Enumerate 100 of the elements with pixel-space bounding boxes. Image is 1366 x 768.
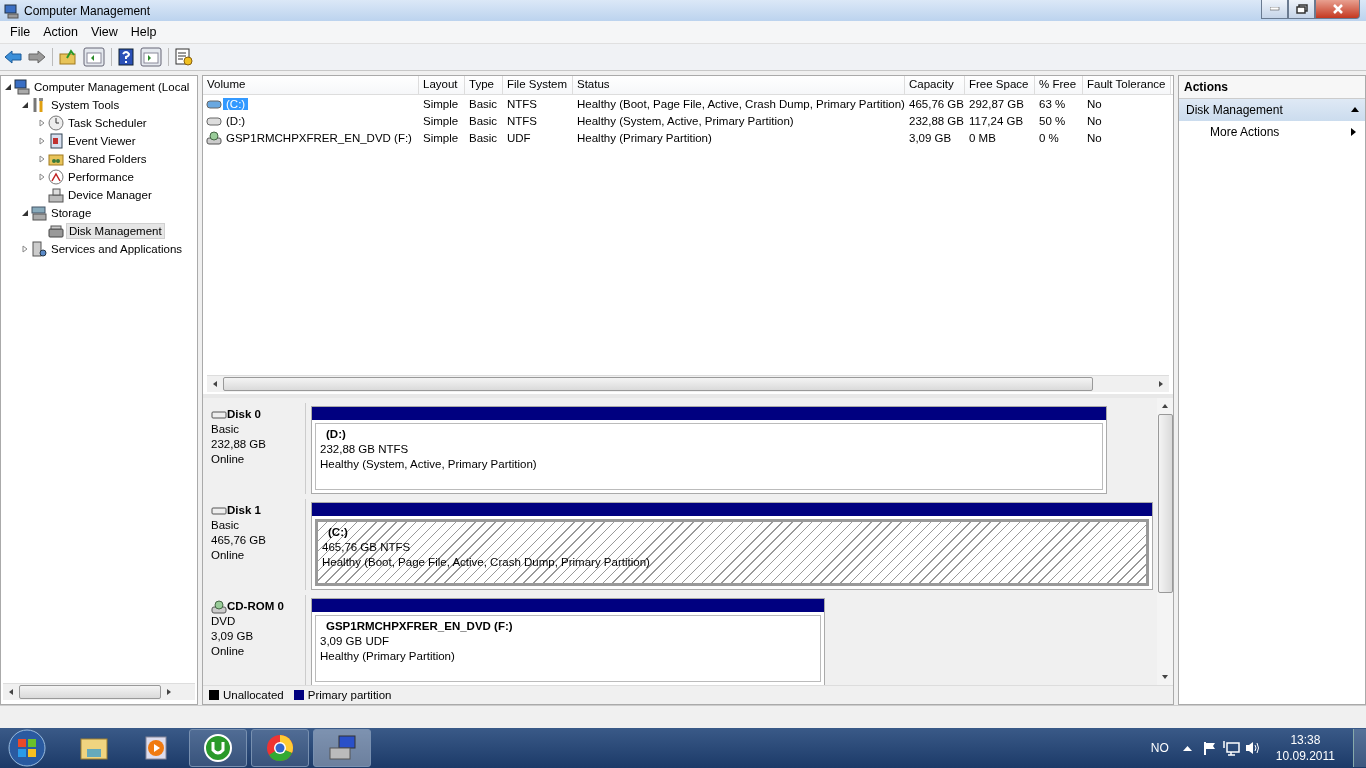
legend-label: Unallocated — [223, 689, 284, 701]
table-cell-text: 465,76 GB — [908, 97, 965, 110]
clock-time[interactable]: 13:38 — [1290, 732, 1321, 748]
disk-name: CD-ROM 0 — [227, 599, 284, 614]
scroll-left-icon[interactable] — [211, 380, 219, 388]
scroll-down-icon[interactable] — [1161, 673, 1169, 681]
network-icon[interactable] — [1221, 740, 1240, 756]
table-cell-text: UDF — [506, 131, 532, 144]
column-header[interactable]: Volume — [203, 76, 419, 94]
action-pane-icon[interactable] — [140, 47, 162, 67]
column-header[interactable]: Layout — [419, 76, 465, 94]
submenu-arrow-icon[interactable] — [1349, 128, 1357, 136]
expand-arrow-icon[interactable] — [38, 119, 46, 127]
collapse-arrow-icon[interactable] — [21, 101, 29, 109]
column-header[interactable]: Fault Tolerance — [1083, 76, 1171, 94]
collapse-arrow-icon[interactable] — [21, 209, 29, 217]
partition-block[interactable]: (D:) 232,88 GB NTFS Healthy (System, Active, Primary Partition) — [311, 406, 1107, 494]
taskbar-button[interactable] — [251, 729, 309, 767]
flag-icon[interactable] — [1201, 740, 1218, 756]
tree-item[interactable]: Disk Management — [66, 223, 165, 239]
horizontal-scrollbar[interactable] — [207, 375, 1169, 392]
column-header[interactable]: % Free — [1035, 76, 1083, 94]
column-header[interactable]: Free Space — [965, 76, 1035, 94]
taskbar-button[interactable] — [313, 729, 371, 767]
more-actions-item[interactable]: More Actions — [1210, 125, 1280, 139]
table-cell-text: 0 MB — [968, 131, 997, 144]
folder-up-icon[interactable] — [59, 49, 77, 65]
menu-item[interactable]: Action — [37, 25, 85, 39]
disk-status: Online — [211, 644, 246, 659]
drive-label[interactable]: (D:) — [223, 114, 249, 127]
menu-item[interactable]: View — [84, 25, 125, 39]
partition-block[interactable]: (C:) 465,76 GB NTFS Healthy (Boot, Page File, Active, Crash Dump, Primary Partition) — [311, 502, 1153, 590]
forward-arrow-icon[interactable] — [28, 50, 46, 64]
drive-label[interactable]: GSP1RMCHPXFRER_EN_DVD (F:) — [223, 131, 415, 144]
back-arrow-icon[interactable] — [4, 50, 22, 64]
table-cell-text: 232,88 GB — [908, 114, 965, 127]
expand-arrow-icon[interactable] — [21, 245, 29, 253]
collapse-caret-icon[interactable] — [1351, 106, 1359, 114]
disk-size: 232,88 GB — [211, 437, 267, 452]
table-cell-text: 63 % — [1038, 97, 1067, 110]
actions-section[interactable]: Disk Management — [1179, 99, 1365, 121]
scroll-left-icon[interactable] — [7, 688, 15, 696]
disk-status: Online — [211, 548, 246, 563]
minimize-button[interactable] — [1261, 0, 1288, 19]
partition-name: GSP1RMCHPXFRER_EN_DVD (F:) — [325, 619, 514, 634]
tree-item[interactable]: Shared Folders — [66, 152, 149, 166]
menu-item[interactable]: Help — [124, 25, 164, 39]
table-cell-text: No — [1086, 97, 1103, 110]
clock-date[interactable]: 10.09.2011 — [1275, 748, 1335, 764]
column-header[interactable]: Status — [573, 76, 905, 94]
language-indicator[interactable]: NO — [1150, 741, 1169, 755]
scroll-up-icon[interactable] — [1161, 402, 1169, 410]
show-hidden-icons-icon[interactable] — [1182, 744, 1192, 752]
tree-item[interactable]: Services and Applications — [49, 242, 185, 256]
disk-drive-icon — [48, 223, 64, 239]
table-cell-text: Healthy (System, Active, Primary Partition) — [576, 114, 795, 127]
menu-item[interactable]: File — [4, 25, 38, 39]
expand-arrow-icon[interactable] — [38, 173, 46, 181]
close-button[interactable] — [1315, 0, 1360, 19]
column-header[interactable]: Type — [465, 76, 503, 94]
scroll-right-icon[interactable] — [165, 688, 173, 696]
tree-item[interactable]: Performance — [66, 170, 136, 184]
taskbar-button[interactable] — [189, 729, 247, 767]
torrent-logo — [203, 733, 233, 763]
computer-icon — [4, 2, 20, 19]
table-cell-text: Healthy (Primary Partition) — [576, 131, 713, 144]
tree-item[interactable]: Device Manager — [66, 188, 154, 202]
expand-arrow-icon[interactable] — [38, 137, 46, 145]
collapse-arrow-icon[interactable] — [4, 83, 12, 91]
help-icon[interactable] — [118, 48, 134, 66]
tree-item[interactable]: Event Viewer — [66, 134, 138, 148]
restore-button[interactable] — [1288, 0, 1315, 19]
column-header[interactable]: Capacity — [905, 76, 965, 94]
table-cell-text: 0 % — [1038, 131, 1060, 144]
table-cell-text: Simple — [422, 97, 460, 110]
gauge-icon — [48, 169, 64, 185]
disk-type: Basic — [211, 422, 241, 437]
vertical-scrollbar[interactable] — [1157, 398, 1173, 685]
properties-icon[interactable] — [175, 48, 193, 66]
disk-status: Online — [211, 452, 246, 467]
disk-name: Disk 1 — [227, 503, 261, 518]
tree-item[interactable]: Computer Management (Local — [32, 80, 192, 94]
show-desktop-button[interactable] — [1353, 729, 1366, 767]
tree-item[interactable]: Storage — [49, 206, 94, 220]
scroll-right-icon[interactable] — [1157, 380, 1165, 388]
console-tree-icon[interactable] — [83, 47, 105, 67]
shared-folder-icon — [48, 151, 64, 167]
speaker-icon[interactable] — [1243, 740, 1262, 756]
disc-drive-icon — [206, 130, 222, 145]
start-button[interactable] — [7, 728, 47, 768]
tree-item[interactable]: Task Scheduler — [66, 116, 149, 130]
column-header[interactable]: File System — [503, 76, 573, 94]
horizontal-scrollbar[interactable] — [3, 683, 195, 700]
services-icon — [31, 241, 47, 257]
table-cell-text: No — [1086, 114, 1103, 127]
partition-block[interactable]: GSP1RMCHPXFRER_EN_DVD (F:) 3,09 GB UDF Healthy (Primary Partition) — [311, 598, 825, 685]
expand-arrow-icon[interactable] — [38, 155, 46, 163]
table-cell-text: No — [1086, 131, 1103, 144]
table-cell-text: Basic — [468, 97, 499, 110]
tree-item[interactable]: System Tools — [49, 98, 122, 112]
